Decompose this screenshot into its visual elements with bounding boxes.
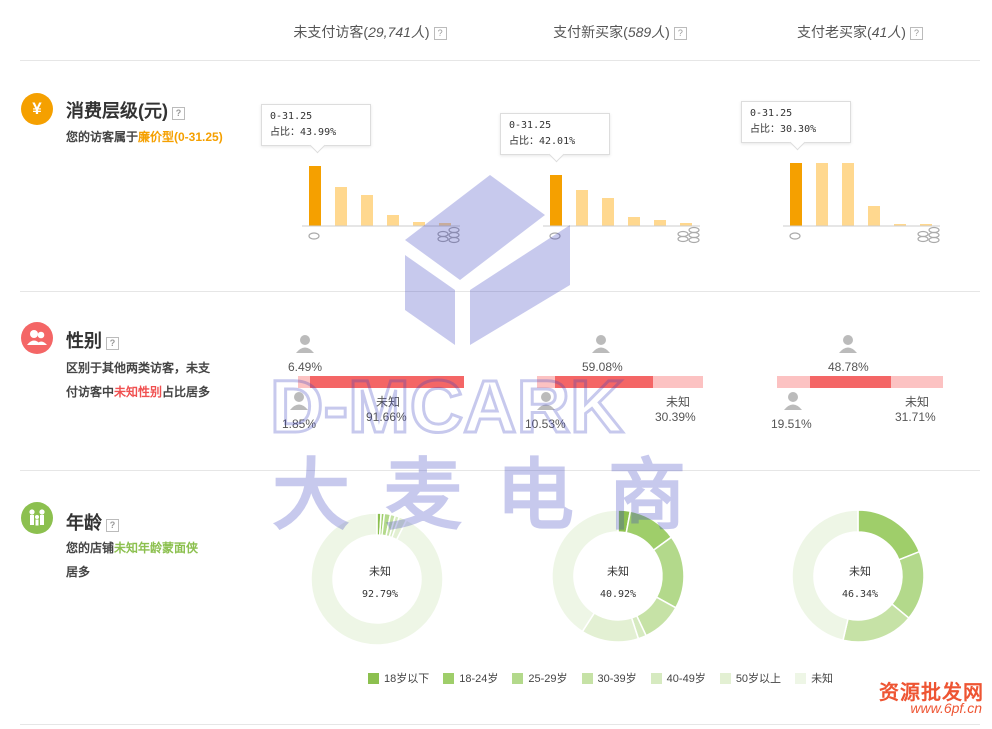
bar[interactable]: [387, 215, 399, 226]
gender-bars: [290, 335, 943, 410]
bar[interactable]: [550, 175, 562, 226]
coin-stack-icon: [437, 226, 460, 244]
divider: [20, 724, 980, 725]
gender-bar-segment[interactable]: [555, 376, 653, 388]
legend-label: 18岁以下: [384, 673, 430, 685]
corner-watermark-url: www.6pf.cn: [910, 700, 982, 716]
male-icon: [290, 392, 802, 410]
donut-center-label: 未知: [607, 566, 629, 578]
gender-bar-segment[interactable]: [298, 376, 307, 388]
legend-item[interactable]: 40-49岁: [650, 670, 706, 686]
donut-center-label: 未知: [369, 566, 391, 578]
age-legend: 18岁以下 18-24岁 25-29岁 30-39岁 40-49岁 50岁以上 …: [368, 670, 833, 686]
bar[interactable]: [576, 190, 588, 226]
donut-center: 未知 46.34%: [820, 563, 900, 600]
donut-segment[interactable]: [652, 536, 685, 609]
bar[interactable]: [413, 222, 425, 226]
legend-swatch: [719, 672, 731, 684]
legend-swatch: [581, 672, 593, 684]
legend-item[interactable]: 未知: [795, 670, 833, 686]
legend-swatch: [650, 672, 662, 684]
legend-swatch: [443, 672, 455, 684]
legend-swatch: [368, 672, 379, 684]
bar[interactable]: [868, 206, 880, 226]
bar-chart: [783, 163, 940, 244]
gender-bar-segment[interactable]: [777, 376, 810, 388]
legend-label: 30-39岁: [597, 673, 637, 685]
donut-center: 未知 40.92%: [578, 563, 658, 600]
coin-icon: [789, 232, 801, 240]
bar[interactable]: [309, 166, 321, 226]
gender-male-pct: 1.85%: [282, 417, 317, 431]
bar[interactable]: [335, 187, 347, 226]
donut-center-label: 未知: [849, 566, 871, 578]
legend-label: 18-24岁: [459, 673, 499, 685]
gender-bar-segment[interactable]: [307, 376, 310, 388]
divider: [20, 470, 980, 471]
bar[interactable]: [361, 195, 373, 226]
bar-chart: [543, 175, 700, 244]
legend-swatch: [795, 672, 807, 684]
gender-unknown-label: 未知: [666, 395, 691, 409]
legend-item[interactable]: 30-39岁: [581, 670, 637, 686]
gender-male-pct: 19.51%: [771, 417, 812, 431]
gender-unknown-pct: 30.39%: [655, 410, 696, 424]
legend-label: 40-49岁: [666, 673, 706, 685]
legend-item[interactable]: 25-29岁: [512, 670, 568, 686]
gender-unknown-label: 未知: [905, 395, 930, 409]
gender-unknown-label: 未知: [376, 395, 401, 409]
bar[interactable]: [628, 217, 640, 226]
donut-center: 未知 92.79%: [340, 563, 420, 600]
gender-male-pct: 10.53%: [525, 417, 566, 431]
legend-item[interactable]: 18岁以下: [368, 670, 429, 686]
legend-item[interactable]: 50岁以上: [719, 670, 782, 686]
donut-center-value: 92.79%: [361, 589, 399, 600]
coin-stack-icon: [917, 226, 940, 244]
legend-label: 25-29岁: [528, 673, 568, 685]
gender-bar-segment[interactable]: [891, 376, 943, 388]
consumption-bar-charts: [302, 163, 940, 244]
gender-unknown-pct: 91.66%: [366, 410, 407, 424]
gender-top-pct: 48.78%: [828, 360, 869, 374]
bar[interactable]: [816, 163, 828, 226]
donut-segment[interactable]: [842, 602, 910, 643]
donut-segment[interactable]: [857, 509, 921, 561]
divider: [20, 291, 980, 292]
bar-chart: [302, 166, 460, 244]
legend-label: 50岁以上: [735, 673, 782, 685]
bar[interactable]: [654, 220, 666, 226]
bar[interactable]: [602, 198, 614, 226]
coin-stack-icon: [677, 226, 700, 244]
bar[interactable]: [842, 163, 854, 226]
gender-top-pct: 59.08%: [582, 360, 623, 374]
gender-bar-segment[interactable]: [653, 376, 703, 388]
female-icon: [296, 335, 857, 353]
legend-item[interactable]: 18-24岁: [443, 670, 498, 686]
gender-top-pct: 6.49%: [288, 360, 323, 374]
donut-center-value: 40.92%: [599, 589, 637, 600]
gender-bar-segment[interactable]: [537, 376, 555, 388]
coin-icon: [549, 232, 561, 240]
gender-bar-segment[interactable]: [810, 376, 891, 388]
gender-unknown-pct: 31.71%: [895, 410, 936, 424]
coin-icon: [308, 232, 320, 240]
bar[interactable]: [790, 163, 802, 226]
legend-label: 未知: [811, 673, 834, 685]
donut-center-value: 46.34%: [841, 589, 879, 600]
gender-bar-segment[interactable]: [310, 376, 464, 388]
legend-swatch: [512, 672, 524, 684]
